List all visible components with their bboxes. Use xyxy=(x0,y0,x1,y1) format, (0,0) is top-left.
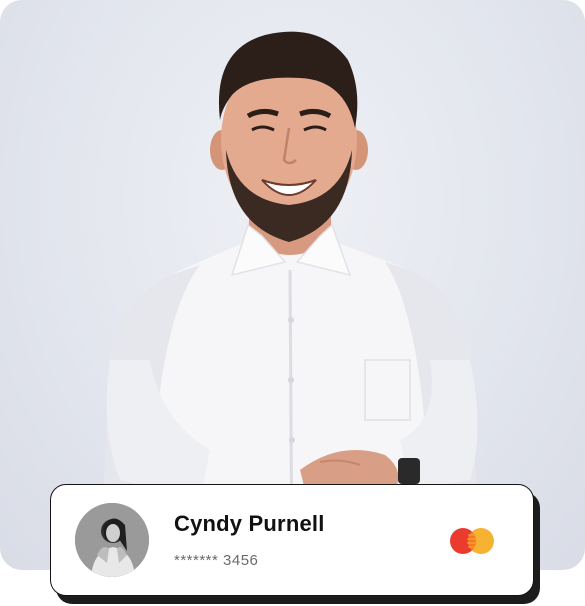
profile-showcase: Cyndy Purnell ******* 3456 xyxy=(0,0,585,606)
avatar-photo-icon xyxy=(75,503,149,577)
cardholder-name: Cyndy Purnell xyxy=(174,511,325,536)
avatar[interactable] xyxy=(75,503,149,577)
profile-card[interactable]: Cyndy Purnell ******* 3456 xyxy=(50,484,534,596)
mastercard-icon xyxy=(450,528,494,554)
masked-card-number: ******* 3456 xyxy=(174,552,259,569)
